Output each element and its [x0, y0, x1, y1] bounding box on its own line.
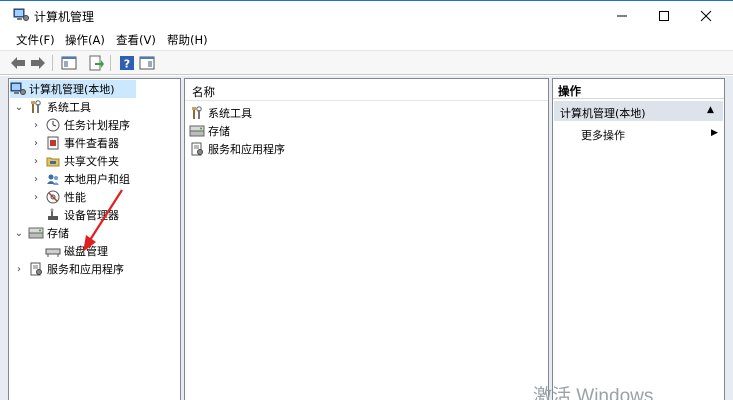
- activate-windows-watermark: 激活 Windows: [533, 386, 654, 400]
- annotation-arrow-icon: [83, 189, 123, 252]
